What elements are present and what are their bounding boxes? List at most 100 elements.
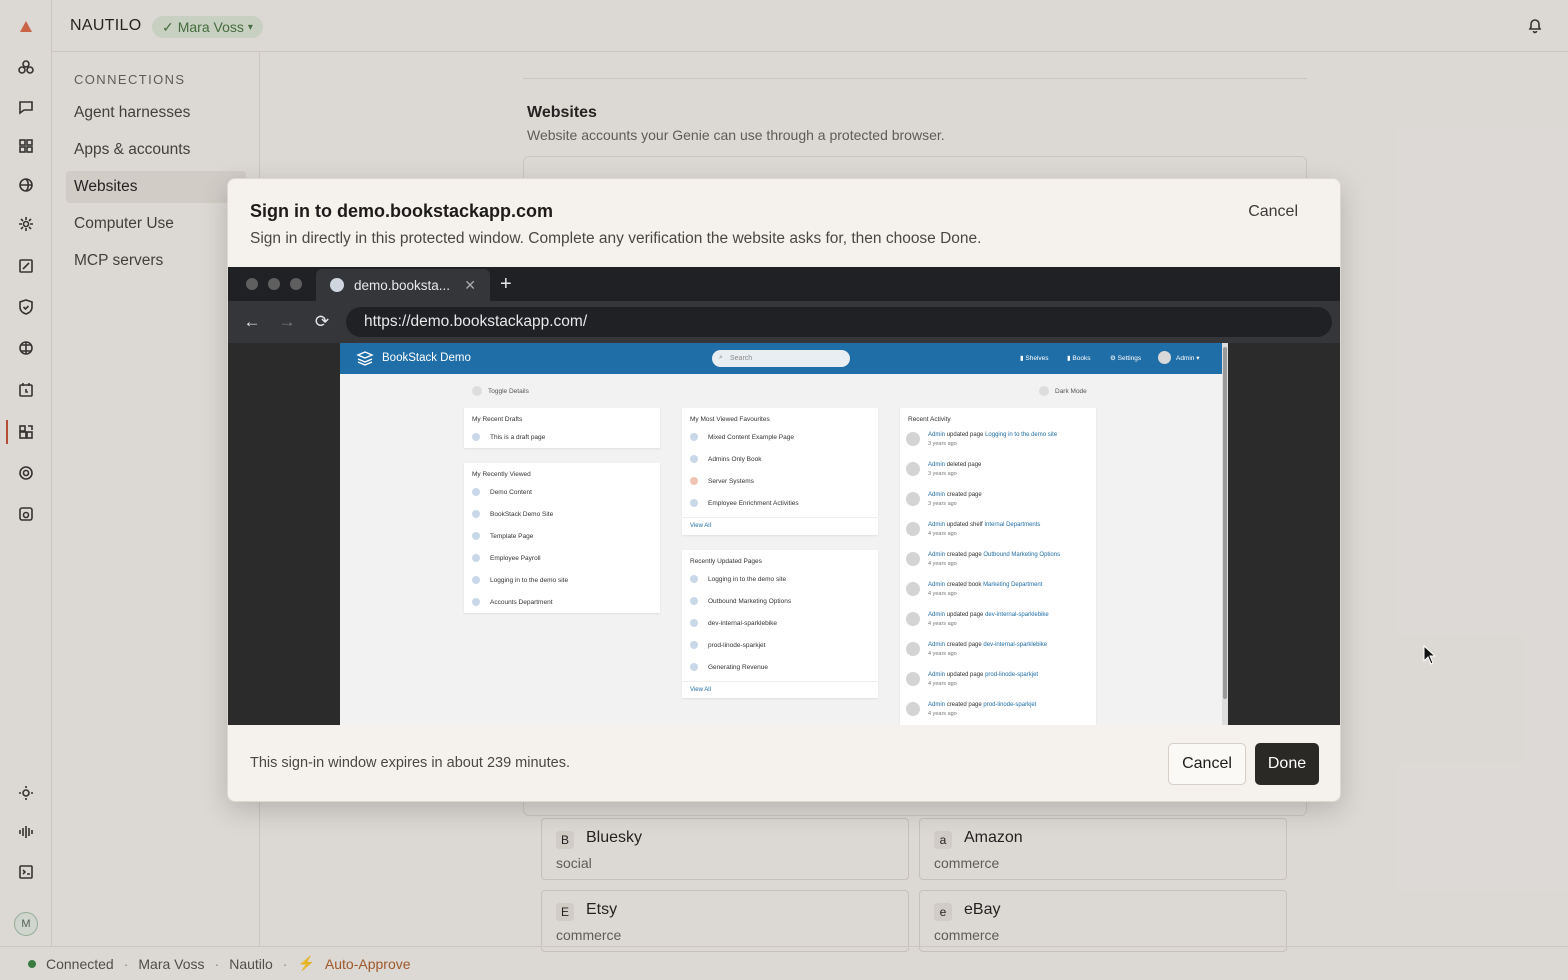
activity-user[interactable]: Admin — [928, 462, 945, 468]
activity-target[interactable]: prod-linode-sparkjet — [983, 702, 1036, 708]
page-icon — [472, 433, 480, 441]
bookstack-brand[interactable]: BookStack Demo — [382, 352, 471, 364]
bookstack-search[interactable]: ⌕ Search — [712, 350, 850, 367]
panel-title: My Recent Drafts — [472, 416, 523, 423]
cancel-link[interactable]: Cancel — [1248, 203, 1298, 221]
tab-title: demo.booksta... — [354, 277, 451, 293]
activity-user[interactable]: Admin — [928, 702, 945, 708]
list-item[interactable]: Logging in to the demo site — [472, 576, 568, 584]
list-item[interactable]: Logging in to the demo site — [690, 575, 786, 583]
activity-target[interactable]: Marketing Department — [983, 582, 1042, 588]
activity-user[interactable]: Admin — [928, 492, 945, 498]
activity-action: created page — [946, 642, 982, 648]
address-bar[interactable]: https://demo.bookstackapp.com/ — [346, 307, 1332, 337]
search-icon: ⌕ — [719, 354, 723, 361]
chapter-icon — [690, 477, 698, 485]
new-tab-icon[interactable]: + — [500, 273, 512, 296]
panel-title: My Recently Viewed — [472, 471, 531, 478]
list-item[interactable]: dev-internal-sparklebike — [690, 619, 777, 627]
activity-user[interactable]: Admin — [928, 432, 945, 438]
activity-target[interactable]: prod-linode-sparkjet — [985, 672, 1038, 678]
book-icon — [472, 598, 480, 606]
scrollbar-thumb[interactable] — [1223, 347, 1227, 699]
list-item[interactable]: BookStack Demo Site — [472, 510, 553, 518]
divider — [682, 517, 878, 518]
activity-user[interactable]: Admin — [928, 672, 945, 678]
activity-user[interactable]: Admin — [928, 522, 945, 528]
item-label: dev-internal-sparklebike — [708, 619, 778, 627]
recent-drafts-panel: My Recent Drafts This is a draft page — [464, 408, 660, 448]
activity-target[interactable]: dev-internal-sparklebike — [983, 642, 1047, 648]
activity-avatar — [906, 642, 920, 656]
page-icon — [690, 499, 698, 507]
item-label: Logging in to the demo site — [708, 575, 787, 583]
favourites-panel: My Most Viewed Favourites Mixed Content … — [682, 408, 878, 535]
nav-user-menu[interactable]: Admin ▾ — [1176, 354, 1200, 362]
admin-avatar[interactable] — [1158, 351, 1171, 364]
view-all-link[interactable]: View All — [690, 523, 711, 529]
browser-tab[interactable]: demo.booksta... ✕ — [316, 269, 490, 301]
list-item[interactable]: Mixed Content Example Page — [690, 433, 794, 441]
forward-arrow-icon[interactable]: → — [278, 312, 296, 331]
page-icon — [690, 619, 698, 627]
list-item[interactable]: Accounts Department — [472, 598, 553, 606]
activity-target[interactable]: Outbound Marketing Options — [983, 552, 1060, 558]
list-item[interactable]: Employee Enrichment Activities — [690, 499, 799, 507]
activity-target[interactable]: dev-internal-sparklebike — [985, 612, 1049, 618]
item-label: Generating Revenue — [708, 663, 768, 671]
activity-time: 4 years ago — [928, 531, 957, 537]
activity-user[interactable]: Admin — [928, 612, 945, 618]
list-item[interactable]: This is a draft page — [472, 433, 545, 441]
activity-time: 4 years ago — [928, 621, 957, 627]
reload-icon[interactable]: ⟳ — [313, 312, 331, 331]
list-item[interactable]: Generating Revenue — [690, 663, 768, 671]
list-item[interactable]: prod-linode-sparkjet — [690, 641, 765, 649]
dark-mode-toggle[interactable]: Dark Mode — [1039, 386, 1087, 396]
nav-books-label: Books — [1072, 355, 1091, 362]
web-viewport[interactable]: BookStack Demo ⌕ Search ▮ Shelves ▮ Books… — [340, 343, 1228, 725]
dialog-title: Sign in to demo.bookstackapp.com — [250, 201, 554, 221]
panel-title: My Most Viewed Favourites — [690, 416, 770, 423]
activity-avatar — [906, 492, 920, 506]
done-button[interactable]: Done — [1255, 743, 1319, 785]
item-label: Admins Only Book — [708, 455, 762, 463]
page-icon — [690, 433, 698, 441]
activity-user[interactable]: Admin — [928, 642, 945, 648]
window-maximize-dot[interactable] — [290, 278, 302, 290]
activity-user[interactable]: Admin — [928, 552, 945, 558]
protected-browser: demo.booksta... ✕ + ← → ⟳ https://demo.b… — [228, 267, 1340, 725]
window-close-dot[interactable] — [246, 278, 258, 290]
recently-viewed-panel: My Recently Viewed Demo Content BookStac… — [464, 463, 660, 613]
list-item[interactable]: Demo Content — [472, 488, 532, 496]
activity-avatar — [906, 552, 920, 566]
activity-target[interactable]: Internal Departments — [984, 522, 1040, 528]
list-item[interactable]: Template Page — [472, 532, 533, 540]
activity-avatar — [906, 612, 920, 626]
nav-books[interactable]: ▮ Books — [1067, 354, 1090, 362]
list-item[interactable]: Outbound Marketing Options — [690, 597, 791, 605]
viewport-scrollbar[interactable] — [1222, 343, 1228, 725]
close-tab-icon[interactable]: ✕ — [464, 277, 476, 294]
activity-time: 3 years ago — [928, 501, 957, 507]
activity-user[interactable]: Admin — [928, 582, 945, 588]
activity-time: 4 years ago — [928, 561, 957, 567]
cancel-button[interactable]: Cancel — [1168, 743, 1246, 785]
page-icon — [690, 597, 698, 605]
view-all-link[interactable]: View All — [690, 687, 711, 693]
back-arrow-icon[interactable]: ← — [243, 312, 261, 331]
item-label: Outbound Marketing Options — [708, 597, 792, 605]
browser-nav-bar: ← → ⟳ https://demo.bookstackapp.com/ — [228, 301, 1340, 343]
window-minimize-dot[interactable] — [268, 278, 280, 290]
nav-user-label: Admin — [1176, 355, 1195, 362]
list-item[interactable]: Server Systems — [690, 477, 754, 485]
toggle-details[interactable]: Toggle Details — [472, 386, 529, 396]
panel-title: Recent Activity — [908, 416, 951, 423]
nav-settings[interactable]: ⚙ Settings — [1110, 354, 1141, 362]
list-item[interactable]: Admins Only Book — [690, 455, 761, 463]
browser-tab-bar: demo.booksta... ✕ + — [228, 267, 1340, 301]
nav-shelves[interactable]: ▮ Shelves — [1020, 354, 1049, 362]
list-item[interactable]: Employee Payroll — [472, 554, 541, 562]
page-icon — [690, 575, 698, 583]
activity-target[interactable]: Logging in to the demo site — [985, 432, 1057, 438]
item-label: Demo Content — [490, 488, 532, 496]
